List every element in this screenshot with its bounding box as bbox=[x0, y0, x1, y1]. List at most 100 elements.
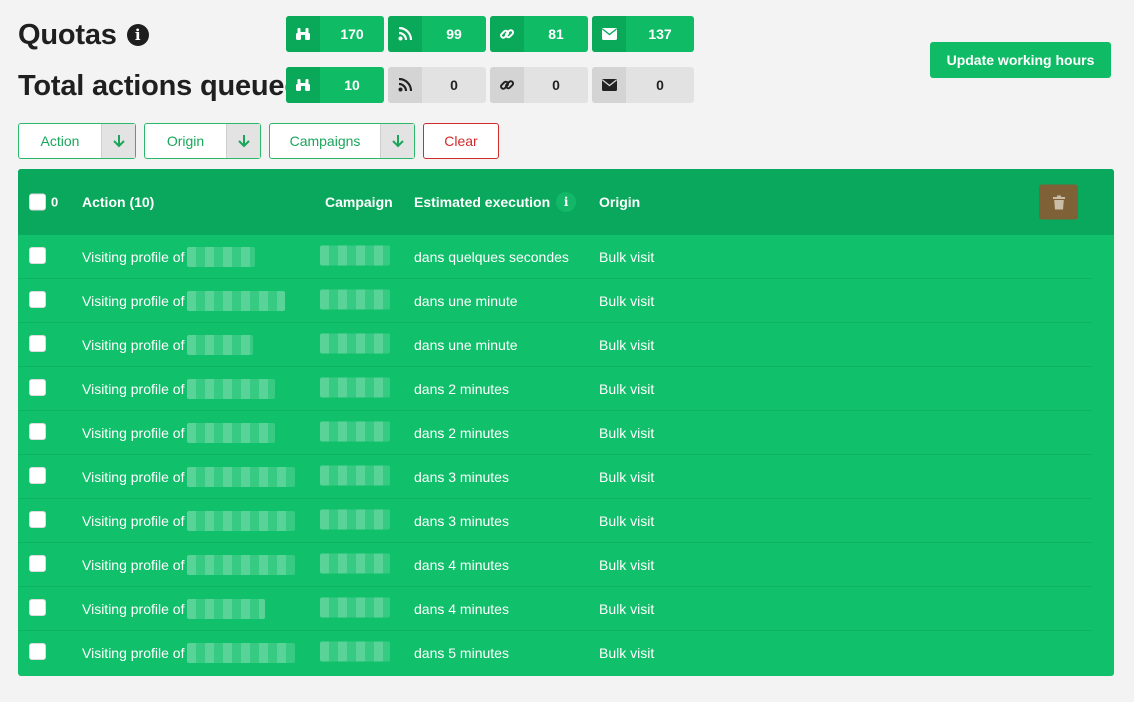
delete-selected-button[interactable] bbox=[1039, 184, 1078, 220]
redacted-campaign bbox=[320, 289, 390, 309]
clear-filters-button[interactable]: Clear bbox=[423, 123, 499, 159]
row-action-cell: Visiting profile of bbox=[82, 422, 276, 443]
queued-messages-badge: 0 bbox=[592, 67, 694, 103]
redacted-campaign bbox=[320, 333, 390, 353]
row-checkbox[interactable] bbox=[29, 599, 46, 616]
filter-bar: Action Origin Campaigns Clear bbox=[18, 123, 499, 159]
row-campaign-cell bbox=[320, 553, 390, 576]
column-header-action[interactable]: Action (10) bbox=[82, 194, 154, 210]
row-action-text: Visiting profile of bbox=[82, 468, 185, 485]
binoculars-icon bbox=[286, 16, 320, 52]
row-action-text: Visiting profile of bbox=[82, 336, 185, 353]
queued-actions-table: 0 Action (10) Campaign Estimated executi… bbox=[18, 169, 1114, 676]
row-checkbox[interactable] bbox=[29, 467, 46, 484]
quota-connections-value: 81 bbox=[548, 26, 564, 42]
quotas-heading-row: Quotas i bbox=[18, 16, 149, 54]
campaigns-filter-label: Campaigns bbox=[289, 133, 361, 149]
row-checkbox[interactable] bbox=[29, 555, 46, 572]
row-origin-cell: Bulk visit bbox=[599, 380, 655, 397]
arrow-down-icon bbox=[380, 124, 414, 158]
redacted-name bbox=[187, 643, 296, 663]
action-filter-dropdown[interactable]: Action bbox=[18, 123, 136, 159]
quota-messages-value: 137 bbox=[648, 26, 672, 42]
row-origin-cell: Bulk visit bbox=[599, 468, 655, 485]
row-estimated-cell: dans 4 minutes bbox=[414, 556, 509, 573]
row-estimated-cell: dans quelques secondes bbox=[414, 248, 569, 265]
row-action-cell: Visiting profile of bbox=[82, 290, 286, 311]
row-action-cell: Visiting profile of bbox=[82, 643, 296, 663]
column-header-estimated-execution[interactable]: Estimated execution i bbox=[414, 192, 577, 212]
origin-filter-dropdown[interactable]: Origin bbox=[144, 123, 261, 159]
table-row: Visiting profile of dans une minute Bulk… bbox=[18, 323, 1092, 367]
quota-visits-value: 170 bbox=[340, 26, 364, 42]
update-working-hours-button[interactable]: Update working hours bbox=[930, 42, 1111, 78]
queued-follows-badge: 0 bbox=[388, 67, 486, 103]
redacted-campaign bbox=[320, 377, 390, 397]
redacted-campaign bbox=[320, 245, 390, 265]
row-action-cell: Visiting profile of bbox=[82, 334, 254, 355]
row-estimated-cell: dans 2 minutes bbox=[414, 424, 509, 441]
link-icon bbox=[490, 16, 524, 52]
redacted-campaign bbox=[320, 641, 390, 662]
table-row: Visiting profile of dans quelques second… bbox=[18, 235, 1092, 279]
table-body: Visiting profile of dans quelques second… bbox=[18, 235, 1092, 675]
table-row: Visiting profile of dans 2 minutes Bulk … bbox=[18, 411, 1092, 455]
row-action-text: Visiting profile of bbox=[82, 600, 185, 617]
row-estimated-cell: dans une minute bbox=[414, 292, 518, 309]
binoculars-icon bbox=[286, 67, 320, 103]
row-estimated-cell: dans 3 minutes bbox=[414, 468, 509, 485]
row-action-cell: Visiting profile of bbox=[82, 554, 296, 575]
row-action-cell: Visiting profile of bbox=[82, 510, 296, 531]
info-icon[interactable]: i bbox=[556, 192, 577, 212]
action-filter-label: Action bbox=[40, 133, 80, 149]
row-action-text: Visiting profile of bbox=[82, 380, 185, 397]
redacted-name bbox=[187, 598, 266, 619]
row-checkbox[interactable] bbox=[29, 511, 46, 528]
quota-messages-badge: 137 bbox=[592, 16, 694, 52]
queued-badges: 10 0 0 0 bbox=[286, 67, 694, 103]
table-row: Visiting profile of dans 3 minutes Bulk … bbox=[18, 499, 1092, 543]
redacted-campaign bbox=[320, 553, 390, 573]
quota-visits-badge: 170 bbox=[286, 16, 384, 52]
quota-follows-badge: 99 bbox=[388, 16, 486, 52]
row-action-cell: Visiting profile of bbox=[82, 598, 266, 619]
row-action-cell: Visiting profile of bbox=[82, 378, 276, 399]
row-campaign-cell bbox=[320, 245, 390, 268]
row-checkbox[interactable] bbox=[29, 291, 46, 308]
selected-count: 0 bbox=[51, 194, 59, 210]
redacted-name bbox=[187, 246, 256, 267]
row-origin-cell: Bulk visit bbox=[599, 512, 655, 529]
table-row: Visiting profile of dans 2 minutes Bulk … bbox=[18, 367, 1092, 411]
link-icon bbox=[490, 67, 524, 103]
quota-connections-badge: 81 bbox=[490, 16, 588, 52]
info-icon[interactable]: i bbox=[126, 24, 149, 46]
row-origin-cell: Bulk visit bbox=[599, 424, 655, 441]
campaigns-filter-dropdown[interactable]: Campaigns bbox=[269, 123, 415, 159]
row-action-cell: Visiting profile of bbox=[82, 246, 256, 267]
row-campaign-cell bbox=[320, 641, 390, 665]
column-header-campaign[interactable]: Campaign bbox=[325, 194, 393, 210]
envelope-icon bbox=[592, 16, 626, 52]
table-row: Visiting profile of dans 4 minutes Bulk … bbox=[18, 543, 1092, 587]
row-estimated-cell: dans 2 minutes bbox=[414, 380, 509, 397]
row-campaign-cell bbox=[320, 509, 390, 532]
row-checkbox[interactable] bbox=[29, 643, 46, 660]
row-campaign-cell bbox=[320, 333, 390, 356]
rss-icon bbox=[388, 16, 422, 52]
column-header-origin[interactable]: Origin bbox=[599, 194, 640, 210]
row-checkbox[interactable] bbox=[29, 423, 46, 440]
queued-follows-value: 0 bbox=[450, 77, 458, 93]
row-origin-cell: Bulk visit bbox=[599, 292, 655, 309]
arrow-down-icon bbox=[101, 124, 135, 158]
row-checkbox[interactable] bbox=[29, 247, 46, 264]
row-action-text: Visiting profile of bbox=[82, 645, 185, 661]
row-campaign-cell bbox=[320, 421, 390, 444]
select-all-checkbox[interactable] bbox=[29, 193, 46, 211]
total-queued-title: Total actions queued bbox=[18, 69, 302, 102]
row-action-text: Visiting profile of bbox=[82, 512, 185, 529]
row-checkbox[interactable] bbox=[29, 379, 46, 396]
row-campaign-cell bbox=[320, 377, 390, 400]
table-row: Visiting profile of dans 5 minutes Bulk … bbox=[18, 631, 1092, 675]
row-estimated-cell: dans 3 minutes bbox=[414, 512, 509, 529]
row-checkbox[interactable] bbox=[29, 335, 46, 352]
